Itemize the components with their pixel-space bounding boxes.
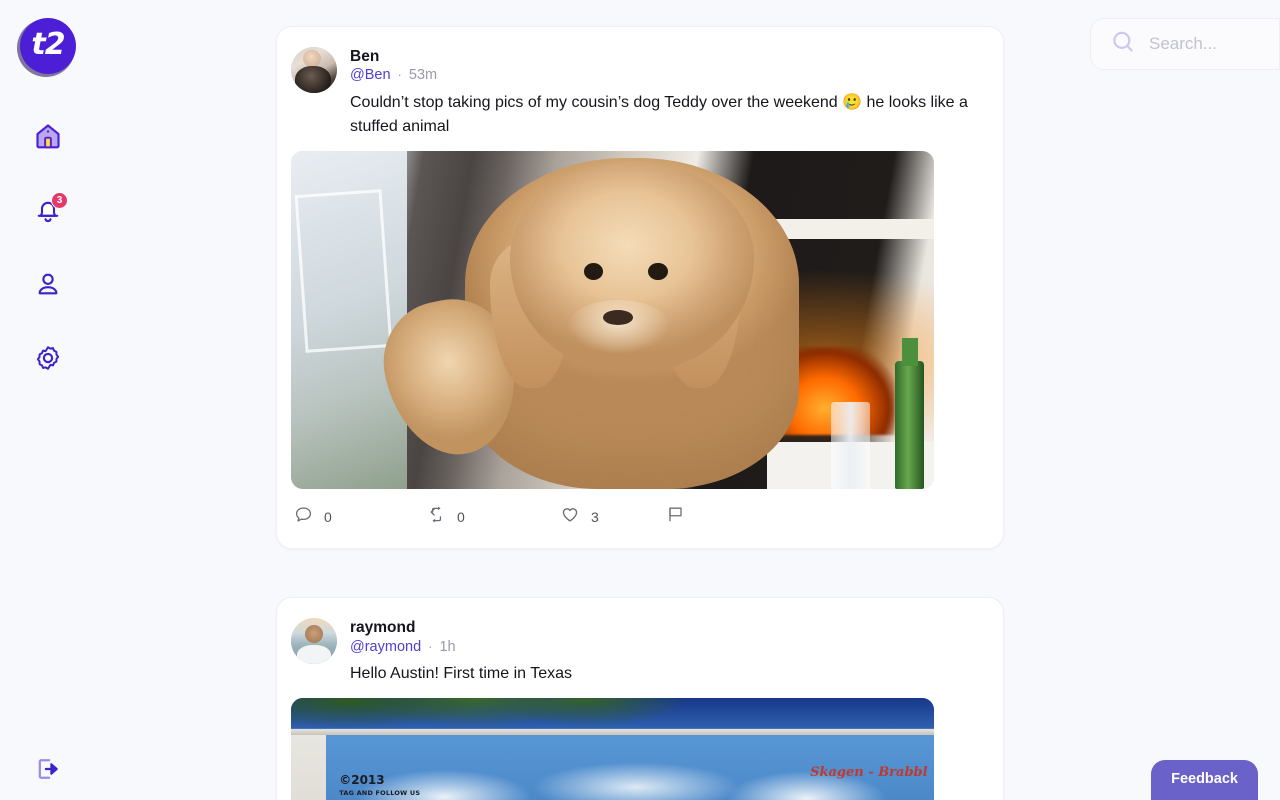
avatar-image: [291, 618, 337, 665]
feed-inner: Ben @Ben · 53m Couldn’t stop taking pics…: [276, 26, 1004, 800]
repost-icon: [426, 504, 447, 530]
app-root: t2 3 Ben @Ben · 53m Couldn’t stop taking…: [0, 0, 1280, 800]
austin-mural-photo: ©2013 TAG AND FOLLOW US @ ROADHOUSERELIC…: [291, 697, 934, 800]
comment-icon: [293, 504, 314, 530]
post-meta: @Ben · 53m: [350, 67, 989, 83]
app-logo-text: t2: [31, 27, 65, 62]
post-media-image[interactable]: [291, 151, 934, 490]
app-logo[interactable]: t2: [20, 18, 76, 74]
heart-icon: [559, 503, 581, 530]
avatar[interactable]: [291, 618, 337, 665]
meta-separator: ·: [397, 67, 402, 83]
sidebar: t2 3: [0, 0, 96, 800]
search-icon: [1109, 28, 1137, 61]
post-media-image[interactable]: ©2013 TAG AND FOLLOW US @ ROADHOUSERELIC…: [291, 697, 934, 800]
search-box[interactable]: [1090, 18, 1280, 70]
post-text: Couldn’t stop taking pics of my cousin’s…: [350, 90, 989, 139]
post-author-name: raymond: [350, 619, 416, 637]
wall-left-edge: [291, 735, 327, 800]
sidebar-item-profile[interactable]: [26, 264, 70, 308]
avatar[interactable]: [291, 47, 337, 93]
mural-credit-line-1: TAG AND FOLLOW US: [339, 788, 421, 797]
post-meta: @raymond · 1h: [350, 639, 989, 655]
post-body: raymond @raymond · 1h Hello Austin! Firs…: [350, 618, 989, 685]
comment-button[interactable]: 0: [293, 504, 426, 530]
water-bottle: [831, 401, 870, 490]
sidebar-item-settings[interactable]: [26, 338, 70, 382]
flag-icon: [665, 504, 686, 530]
post-timestamp: 53m: [408, 67, 438, 84]
post-card: Ben @Ben · 53m Couldn’t stop taking pics…: [276, 26, 1004, 550]
sidebar-logout[interactable]: [0, 755, 96, 788]
mural-copyright-year: ©2013: [339, 772, 385, 787]
trees: [291, 697, 767, 731]
avatar-image: [291, 47, 337, 93]
post-author-name: Ben: [350, 48, 380, 65]
person-icon: [33, 269, 63, 304]
post-header: Ben @Ben · 53m Couldn’t stop taking pics…: [291, 47, 989, 139]
comment-count: 0: [324, 508, 332, 525]
post-actions: 0 0 3: [293, 489, 989, 542]
post-body: Ben @Ben · 53m Couldn’t stop taking pics…: [350, 47, 989, 139]
post-author-handle[interactable]: @raymond: [350, 639, 421, 655]
meta-separator: ·: [428, 638, 433, 654]
repost-count: 0: [457, 508, 465, 525]
search-input[interactable]: [1149, 34, 1259, 54]
window-background: [291, 151, 407, 490]
mural-copyright: ©2013 TAG AND FOLLOW US @ ROADHOUSERELIC…: [339, 773, 423, 800]
repost-button[interactable]: 0: [426, 504, 559, 530]
post-timestamp: 1h: [439, 638, 456, 655]
smiling-face-with-tear-icon: 🥲: [842, 92, 863, 112]
beer-bottle: [895, 337, 925, 490]
sidebar-nav: 3: [26, 116, 70, 382]
like-count: 3: [591, 508, 599, 525]
feedback-button[interactable]: Feedback: [1151, 760, 1258, 800]
post-author-handle[interactable]: @Ben: [350, 67, 391, 83]
gear-icon: [33, 343, 63, 378]
post-card: raymond @raymond · 1h Hello Austin! Firs…: [276, 597, 1004, 800]
notification-badge: 3: [51, 192, 68, 209]
post-text: Hello Austin! First time in Texas: [350, 664, 573, 682]
logout-icon: [34, 755, 62, 788]
home-icon: [33, 121, 63, 156]
post-text-part-1: Couldn’t stop taking pics of my cousin’s…: [350, 94, 843, 112]
sidebar-item-notifications[interactable]: 3: [26, 190, 70, 234]
report-button[interactable]: [665, 504, 696, 530]
search-container: [1090, 18, 1280, 70]
dog-eye-right: [647, 262, 668, 281]
mural-artist-signature: Skagen - Brabbl: [810, 765, 928, 781]
post-header: raymond @raymond · 1h Hello Austin! Firs…: [291, 618, 989, 685]
sidebar-item-home[interactable]: [26, 116, 70, 160]
dog-muzzle: [567, 300, 671, 355]
feed: Ben @Ben · 53m Couldn’t stop taking pics…: [96, 0, 1280, 800]
dog-photo: [291, 151, 934, 490]
like-button[interactable]: 3: [559, 503, 665, 530]
